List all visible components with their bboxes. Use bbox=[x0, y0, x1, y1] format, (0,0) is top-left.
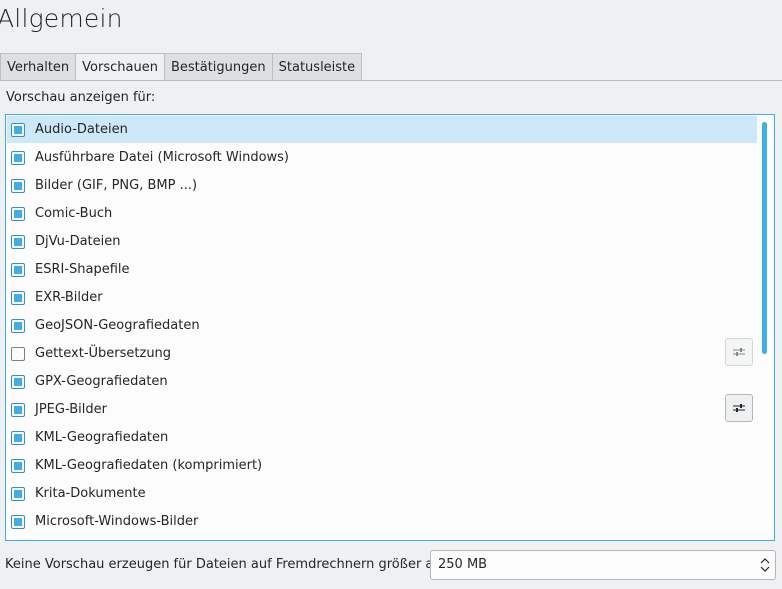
list-item[interactable]: Bilder (GIF, PNG, BMP ...) bbox=[7, 172, 757, 199]
list-item-label: Comic-Buch bbox=[35, 206, 113, 221]
checkbox[interactable] bbox=[11, 486, 25, 501]
tab-bestaetigungen[interactable]: Bestätigungen bbox=[163, 53, 273, 80]
configure-icon bbox=[733, 348, 745, 356]
list-item-label: Gettext-Übersetzung bbox=[35, 346, 172, 361]
checkbox[interactable] bbox=[11, 514, 25, 529]
list-item-label: ESRI-Shapefile bbox=[35, 262, 130, 277]
preview-section-label: Vorschau anzeigen für: bbox=[6, 90, 156, 105]
checkbox[interactable] bbox=[11, 122, 25, 137]
list-item-label: JPEG-Bilder bbox=[35, 402, 107, 417]
list-item[interactable]: Gettext-Übersetzung bbox=[7, 340, 757, 367]
settings-page: Allgemein Verhalten Vorschauen Bestätigu… bbox=[0, 0, 782, 589]
checkbox[interactable] bbox=[11, 206, 25, 221]
list-item-label: Bilder (GIF, PNG, BMP ...) bbox=[35, 178, 198, 193]
page-title: Allgemein bbox=[0, 4, 123, 33]
list-item[interactable]: DjVu-Dateien bbox=[7, 228, 757, 255]
list-item[interactable]: KML-Geografiedaten (komprimiert) bbox=[7, 452, 757, 479]
checkbox[interactable] bbox=[11, 430, 25, 445]
spin-arrows-icon[interactable] bbox=[759, 556, 771, 574]
list-item[interactable]: Audio-Dateien bbox=[7, 116, 757, 143]
tab-verhalten[interactable]: Verhalten bbox=[0, 53, 77, 80]
list-scrollbar[interactable] bbox=[762, 122, 767, 354]
preview-list[interactable]: Microsoft-Windows-Bilder Krita-Dokumente K… bbox=[5, 114, 775, 541]
configure-button-gettext[interactable] bbox=[725, 338, 753, 366]
list-item-label: KML-Geografiedaten bbox=[35, 430, 169, 445]
tab-divider bbox=[0, 80, 782, 81]
checkbox[interactable] bbox=[11, 458, 25, 473]
tab-vorschauen[interactable]: Vorschauen bbox=[75, 53, 165, 81]
list-item-label: Krita-Dokumente bbox=[35, 486, 146, 501]
list-item[interactable]: GPX-Geografiedaten bbox=[7, 368, 757, 395]
checkbox[interactable] bbox=[11, 234, 25, 249]
list-item[interactable]: EXR-Bilder bbox=[7, 284, 757, 311]
remote-size-spinbox[interactable]: 250 MB bbox=[430, 550, 776, 580]
list-item-label: GeoJSON-Geografiedaten bbox=[35, 318, 200, 333]
tab-bar: Verhalten Vorschauen Bestätigungen Statu… bbox=[0, 53, 363, 81]
list-item[interactable]: ESRI-Shapefile bbox=[7, 256, 757, 283]
checkbox[interactable] bbox=[11, 150, 25, 165]
checkbox[interactable] bbox=[11, 346, 25, 361]
checkbox[interactable] bbox=[11, 290, 25, 305]
list-item-label: DjVu-Dateien bbox=[35, 234, 121, 249]
list-item[interactable]: Microsoft-Windows-Bilder bbox=[7, 508, 757, 535]
list-item-label: Audio-Dateien bbox=[35, 122, 128, 137]
list-item-label: GPX-Geografiedaten bbox=[35, 374, 168, 389]
list-item-label: Microsoft-Windows-Bilder bbox=[35, 514, 199, 529]
list-item[interactable]: Comic-Buch bbox=[7, 200, 757, 227]
list-item-label: KML-Geografiedaten (komprimiert) bbox=[35, 458, 263, 473]
checkbox[interactable] bbox=[11, 262, 25, 277]
tab-statusleiste[interactable]: Statusleiste bbox=[271, 53, 363, 80]
checkbox[interactable] bbox=[11, 178, 25, 193]
checkbox[interactable] bbox=[11, 402, 25, 417]
list-item[interactable]: Krita-Dokumente bbox=[7, 480, 757, 507]
checkbox[interactable] bbox=[11, 318, 25, 333]
configure-button-jpeg[interactable] bbox=[725, 394, 753, 422]
remote-size-label: Keine Vorschau erzeugen für Dateien auf … bbox=[5, 557, 449, 572]
remote-size-value: 250 MB bbox=[438, 557, 488, 572]
list-item-label: Ausführbare Datei (Microsoft Windows) bbox=[35, 150, 289, 165]
list-item[interactable]: Ausführbare Datei (Microsoft Windows) bbox=[7, 144, 757, 171]
list-item[interactable]: GeoJSON-Geografiedaten bbox=[7, 312, 757, 339]
checkbox[interactable] bbox=[11, 374, 25, 389]
list-item-label: EXR-Bilder bbox=[35, 290, 103, 305]
list-item[interactable]: KML-Geografiedaten bbox=[7, 424, 757, 451]
list-item[interactable]: JPEG-Bilder bbox=[7, 396, 757, 423]
configure-icon bbox=[733, 404, 745, 412]
